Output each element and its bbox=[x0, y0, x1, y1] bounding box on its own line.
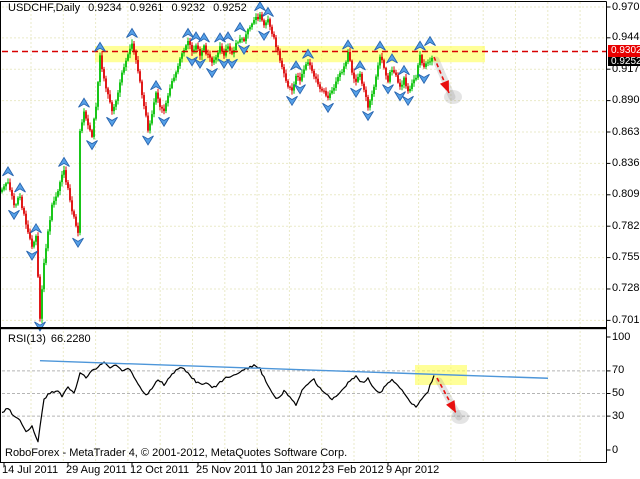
price-axis-label: 0.9440 bbox=[612, 32, 640, 43]
chart-title: USDCHF,Daily 0.9234 0.9261 0.9232 0.9252 bbox=[8, 2, 247, 14]
fractal-up-icon bbox=[15, 183, 26, 192]
fractal-down-icon bbox=[35, 322, 46, 331]
quote-open: 0.9234 bbox=[88, 2, 122, 14]
mt4-chart-window: USDCHF,Daily 0.9234 0.9261 0.9232 0.9252… bbox=[0, 0, 640, 479]
date-label: 25 Nov 2011 bbox=[196, 465, 258, 476]
date-label: 14 Jul 2011 bbox=[2, 465, 58, 476]
fractal-down-icon bbox=[259, 31, 270, 40]
rsi-axis-label: 30 bbox=[612, 411, 624, 422]
bid-price-flag: 0.9252 bbox=[608, 57, 640, 66]
rsi-line bbox=[2, 362, 434, 442]
fractal-up-icon bbox=[59, 158, 70, 167]
rsi-axis-label: 50 bbox=[612, 388, 624, 399]
fractal-up-icon bbox=[291, 61, 302, 70]
fractal-down-icon bbox=[9, 210, 20, 219]
fractal-up-icon bbox=[255, 2, 266, 11]
resistance-price-flag: 0.9302 bbox=[608, 45, 640, 57]
price-axis-label: 0.7550 bbox=[612, 252, 640, 263]
fractal-up-icon bbox=[31, 224, 42, 233]
price-axis-label: 0.7820 bbox=[612, 221, 640, 232]
fractal-up-icon bbox=[79, 98, 90, 107]
price-axis-label: 0.8900 bbox=[612, 95, 640, 106]
symbol-period-label: USDCHF,Daily bbox=[8, 2, 80, 14]
fractal-up-icon bbox=[399, 66, 410, 75]
date-label: 9 Apr 2012 bbox=[386, 465, 439, 476]
fractal-down-icon bbox=[73, 238, 84, 247]
fractal-down-icon bbox=[363, 111, 374, 120]
rsi-indicator-label: RSI(13) 66.2280 bbox=[8, 333, 91, 345]
rsi-axis-label: 100 bbox=[612, 332, 630, 343]
date-label: 23 Feb 2012 bbox=[322, 465, 384, 476]
fractal-down-icon bbox=[351, 88, 362, 97]
highlight-zones-layer bbox=[95, 46, 485, 385]
rsi-name: RSI(13) bbox=[8, 333, 46, 345]
rsi-axis-label: 70 bbox=[612, 365, 624, 376]
fractal-up-icon bbox=[3, 167, 14, 176]
fractal-down-icon bbox=[107, 117, 118, 126]
rsi-axis-label: 0 bbox=[612, 445, 618, 456]
rsi-value: 66.2280 bbox=[51, 333, 91, 345]
fractal-up-icon bbox=[355, 61, 366, 70]
quote-low: 0.9232 bbox=[171, 2, 205, 14]
fractal-down-icon bbox=[87, 140, 98, 149]
fractal-down-icon bbox=[295, 85, 306, 94]
fractal-down-icon bbox=[143, 136, 154, 145]
quote-close: 0.9252 bbox=[213, 2, 247, 14]
fractal-down-icon bbox=[159, 117, 170, 126]
fractal-down-icon bbox=[419, 74, 430, 83]
frame-layer bbox=[0, 2, 611, 467]
price-axis-label: 0.7280 bbox=[612, 283, 640, 294]
fractal-down-icon bbox=[27, 251, 38, 260]
chart-canvas[interactable] bbox=[0, 0, 640, 479]
fractal-down-icon bbox=[323, 103, 334, 112]
fractal-up-icon bbox=[235, 23, 246, 32]
date-label: 12 Oct 2011 bbox=[130, 465, 189, 476]
quote-high: 0.9261 bbox=[130, 2, 164, 14]
fractal-up-icon bbox=[183, 28, 194, 37]
fractal-down-icon bbox=[383, 85, 394, 94]
fractal-up-icon bbox=[223, 32, 234, 41]
price-axis-label: 0.7010 bbox=[612, 315, 640, 326]
fractal-down-icon bbox=[207, 68, 218, 77]
date-label: 10 Jan 2012 bbox=[260, 465, 321, 476]
copyright-text: RoboForex - MetaTrader 4, © 2001-2012, M… bbox=[5, 447, 347, 459]
price-axis-label: 0.8360 bbox=[612, 158, 640, 169]
rsi-trendline[interactable] bbox=[40, 361, 548, 379]
resistance-highlight-zone bbox=[95, 46, 485, 62]
price-axis-label: 0.8630 bbox=[612, 127, 640, 138]
price-projection-arrow bbox=[434, 57, 462, 104]
date-label: 29 Aug 2011 bbox=[66, 465, 127, 476]
price-axis-label: 0.9705 bbox=[612, 2, 640, 13]
price-axis-label: 0.8090 bbox=[612, 189, 640, 200]
fractal-up-icon bbox=[127, 28, 138, 37]
